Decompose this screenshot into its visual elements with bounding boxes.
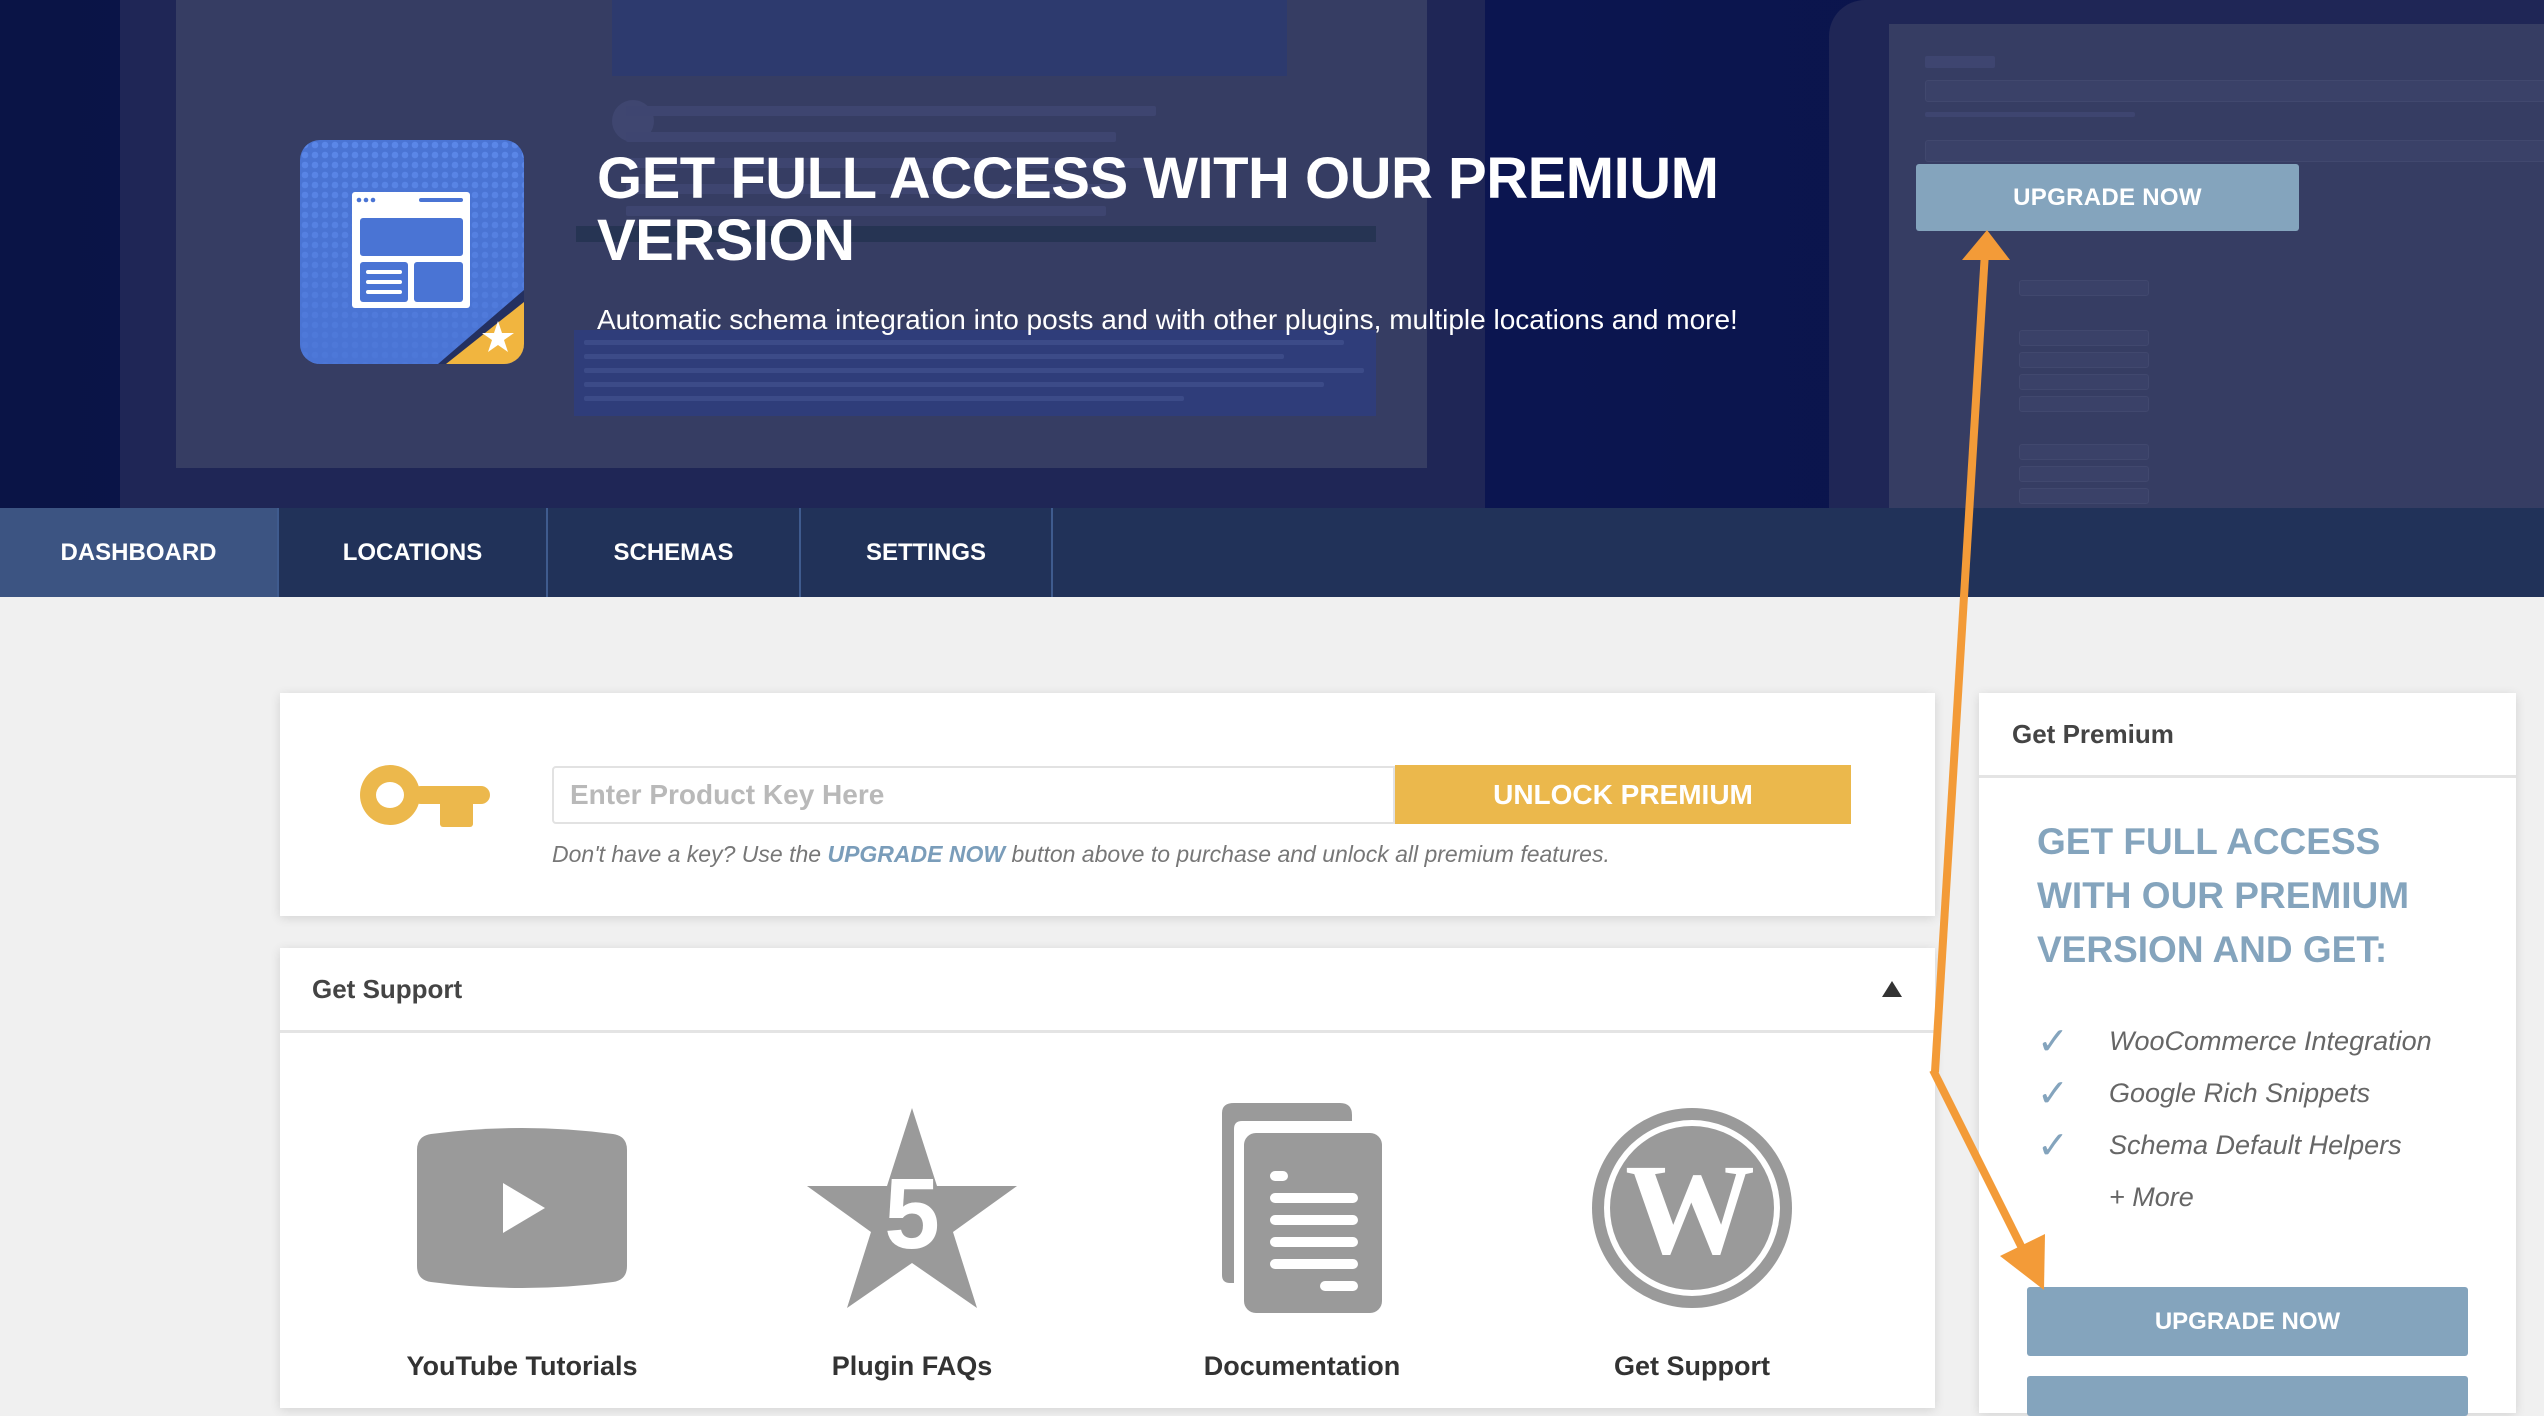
premium-feature-list: ✓ WooCommerce Integration ✓ Google Rich … xyxy=(2037,1015,2432,1223)
support-label: Plugin FAQs xyxy=(831,1351,993,1381)
mockup-image xyxy=(612,0,1287,76)
mockup-code-line xyxy=(584,340,1344,345)
hint-text-before: Don't have a key? Use the xyxy=(552,841,828,867)
mockup-field xyxy=(2019,352,2149,368)
get-premium-card: Get Premium GET FULL ACCESS WITH OUR PRE… xyxy=(1979,693,2516,1416)
mockup-field xyxy=(2019,280,2149,296)
mockup-text-line xyxy=(626,132,1116,142)
svg-text:W: W xyxy=(1625,1138,1755,1282)
wordpress-icon: W xyxy=(1582,1103,1802,1313)
support-item-youtube[interactable]: YouTube Tutorials xyxy=(392,1103,652,1382)
license-key-card: UNLOCK PREMIUM Don't have a key? Use the… xyxy=(280,693,1935,916)
premium-banner: GET FULL ACCESS WITH OUR PREMIUM VERSION… xyxy=(0,0,2544,508)
banner-subtitle: Automatic schema integration into posts … xyxy=(597,304,1738,335)
support-card: Get Support YouTube Tutorials 5 Plugin F… xyxy=(280,948,1935,1408)
key-icon xyxy=(360,765,490,827)
mockup-code-block xyxy=(574,330,1376,416)
svg-text:5: 5 xyxy=(884,1158,940,1270)
background-mockup-panel-right xyxy=(1889,24,2544,508)
hint-upgrade-link[interactable]: UPGRADE NOW xyxy=(827,841,1005,867)
plugin-logo-icon xyxy=(300,140,524,364)
mockup-code-line xyxy=(584,396,1184,401)
mockup-field xyxy=(1925,80,2544,102)
mockup-code-line xyxy=(584,368,1364,373)
star-five-icon: 5 xyxy=(802,1103,1022,1313)
triangle-up-icon[interactable] xyxy=(1881,978,1903,1000)
mockup-field xyxy=(1925,140,2544,162)
checkmark-icon: ✓ xyxy=(2037,1072,2069,1115)
support-label: Documentation xyxy=(1203,1351,1401,1381)
tab-dashboard[interactable]: DASHBOARD xyxy=(0,508,279,597)
tab-settings[interactable]: SETTINGS xyxy=(801,508,1053,597)
premium-card-title: Get Premium xyxy=(2012,718,2174,749)
secondary-button-partial[interactable] xyxy=(2027,1376,2468,1416)
mockup-field xyxy=(2019,488,2149,504)
premium-headline: GET FULL ACCESS WITH OUR PREMIUM VERSION… xyxy=(2037,821,2410,970)
checkmark-icon: ✓ xyxy=(2037,1124,2069,1167)
feature-label: Schema Default Helpers xyxy=(2109,1129,2402,1160)
feature-label: Google Rich Snippets xyxy=(2109,1077,2371,1108)
support-label: YouTube Tutorials xyxy=(406,1351,638,1381)
tab-schemas[interactable]: SCHEMAS xyxy=(548,508,801,597)
checkmark-icon: ✓ xyxy=(2037,1020,2069,1063)
banner-title: GET FULL ACCESS WITH OUR PREMIUM VERSION xyxy=(597,146,1719,273)
feature-item: ✓ WooCommerce Integration xyxy=(2037,1015,2432,1067)
premium-card-header: Get Premium xyxy=(1979,693,2516,778)
support-card-header[interactable]: Get Support xyxy=(280,948,1935,1033)
mockup-field xyxy=(2019,396,2149,412)
unlock-premium-button[interactable]: UNLOCK PREMIUM xyxy=(1395,765,1851,824)
feature-more: + More xyxy=(2109,1181,2194,1212)
feature-item: ✓ Google Rich Snippets xyxy=(2037,1067,2432,1119)
tab-locations[interactable]: LOCATIONS xyxy=(279,508,548,597)
documents-icon xyxy=(1192,1103,1412,1313)
product-key-input[interactable] xyxy=(552,766,1395,824)
support-item-get-support[interactable]: W Get Support xyxy=(1562,1103,1822,1382)
mockup-text-line xyxy=(626,106,1156,116)
mockup-field xyxy=(2019,330,2149,346)
upgrade-now-button-top[interactable]: UPGRADE NOW xyxy=(1916,164,2299,231)
upgrade-now-button-sidebar[interactable]: UPGRADE NOW xyxy=(2027,1287,2468,1356)
youtube-icon xyxy=(412,1103,632,1313)
feature-item: ✓ Schema Default Helpers xyxy=(2037,1119,2432,1171)
support-item-documentation[interactable]: Documentation xyxy=(1172,1103,1432,1382)
support-card-title: Get Support xyxy=(312,973,463,1004)
support-item-faqs[interactable]: 5 Plugin FAQs xyxy=(782,1103,1042,1382)
mockup-code-line xyxy=(584,382,1324,387)
mockup-text-line xyxy=(1925,56,1995,68)
mockup-field xyxy=(2019,444,2149,460)
hint-text-after: button above to purchase and unlock all … xyxy=(1005,841,1610,867)
license-hint: Don't have a key? Use the UPGRADE NOW bu… xyxy=(552,841,1610,868)
mockup-field xyxy=(2019,466,2149,482)
mockup-code-line xyxy=(584,354,1284,359)
support-label: Get Support xyxy=(1614,1351,1770,1381)
mockup-text-line xyxy=(1925,112,2135,117)
feature-label: WooCommerce Integration xyxy=(2109,1025,2432,1056)
main-nav: DASHBOARD LOCATIONS SCHEMAS SETTINGS xyxy=(0,508,2544,597)
mockup-field xyxy=(2019,374,2149,390)
